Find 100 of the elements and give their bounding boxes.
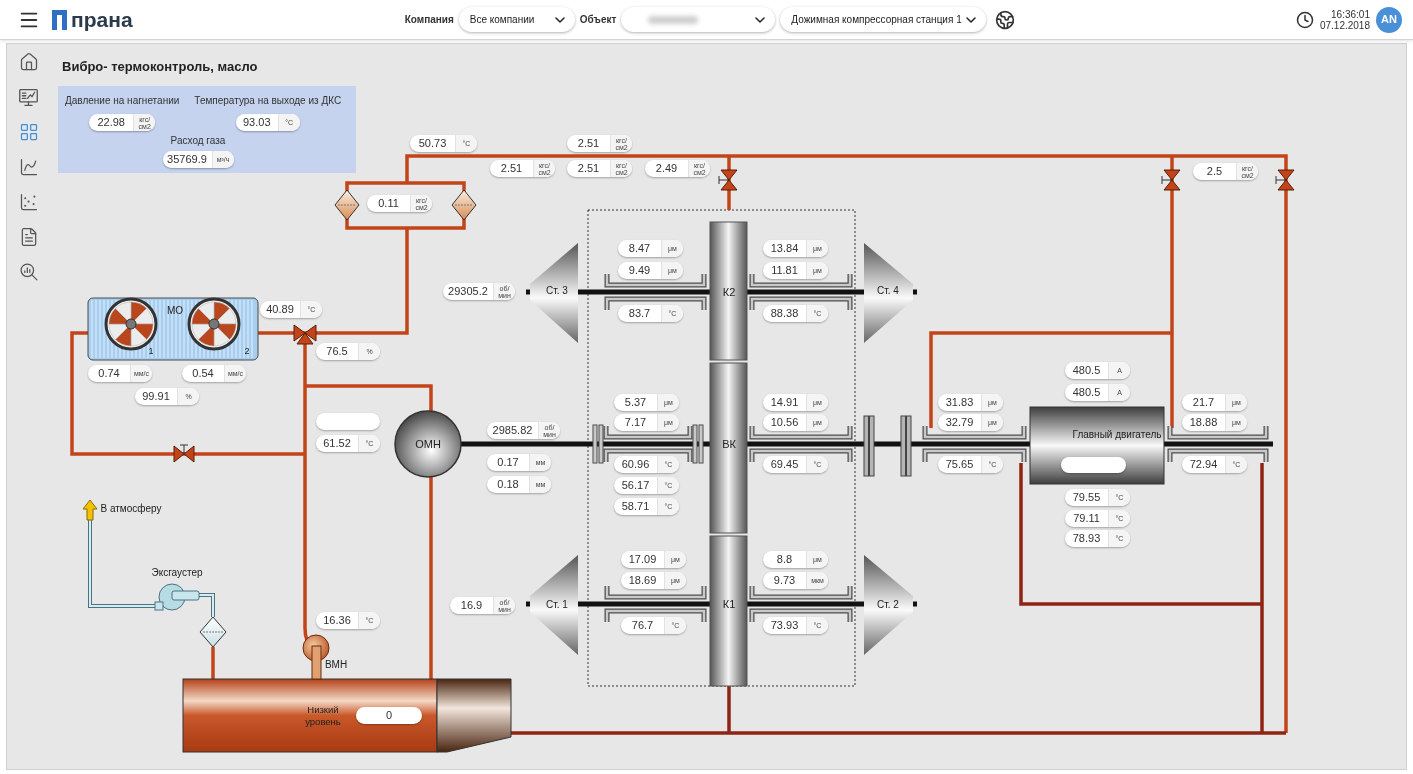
readout-value: 16.9: [459, 599, 484, 612]
equipment-label: ВМН: [324, 657, 348, 672]
brand-name: прана: [71, 7, 133, 32]
readout-value: 93.03: [241, 116, 272, 129]
grid-icon: [18, 122, 39, 142]
readout-value: 2.51: [576, 162, 601, 175]
readout-value: 2.49: [654, 162, 679, 175]
globe-icon: [995, 9, 1016, 30]
readout-value: 35769.9: [166, 153, 208, 166]
readout-value: 5.37: [623, 396, 648, 409]
vent-arrow: [82, 499, 98, 521]
readout-value: 0.18: [496, 478, 520, 491]
readout-value: 32.79: [944, 416, 975, 429]
readout-value: 58.71: [620, 500, 651, 513]
equipment-label: МО: [166, 303, 184, 318]
readout-value: 2.51: [576, 137, 601, 150]
fan-number: 2: [244, 345, 250, 359]
readout-value: 88.38: [769, 307, 800, 320]
readout-value: 11.81: [770, 264, 799, 277]
readout-value: 21.7: [1191, 396, 1216, 409]
clock-icon: [1295, 10, 1314, 29]
readout-value: 0.17: [496, 456, 520, 469]
monitor-chart-icon: [18, 86, 39, 108]
readout-value: 31.83: [944, 396, 975, 409]
readout-value: 17.09: [627, 553, 658, 566]
summary-label: Расход газа: [170, 135, 226, 147]
search-chart-icon: [18, 262, 39, 282]
equipment-label: Главный двигатель: [1072, 427, 1162, 442]
dropdown[interactable]: Все компании: [458, 7, 575, 32]
summary-label: Давление на нагнетании: [65, 95, 180, 107]
readout-value: 7.17: [623, 416, 648, 429]
globe-button[interactable]: [995, 9, 1016, 30]
readout-value: 13.84: [769, 242, 800, 255]
equipment-label: Низкий уровень: [304, 704, 342, 728]
valve: [1161, 169, 1181, 191]
readout-value: 60.96: [620, 458, 651, 471]
readout-value: 8.8: [775, 553, 794, 566]
equipment-label: Ст. 4: [877, 283, 899, 298]
readout-value: 18.69: [627, 574, 658, 587]
readout-value: 0.74: [97, 367, 121, 380]
equipment-label: В атмосферу: [100, 501, 162, 516]
readout-value: 0.11: [377, 197, 400, 210]
readout-value: 83.7: [627, 307, 652, 320]
equipment-label: К2: [722, 284, 736, 300]
filter: [199, 616, 227, 648]
summary-label: Температура на выходе из ДКС: [194, 95, 342, 107]
readout-value: 73.93: [769, 619, 800, 632]
cooler-fan: [187, 297, 241, 351]
oil-pipe: [211, 647, 215, 679]
readout-value: 2.51: [499, 162, 524, 175]
home-icon: [18, 52, 39, 72]
shaft-coupling: [863, 415, 875, 477]
readout-value: 2985.82: [491, 424, 534, 437]
filter-label: Объект: [579, 13, 617, 27]
readout-value: 480.5: [1071, 386, 1102, 399]
logo-icon: [52, 9, 67, 30]
filter: [451, 189, 477, 221]
filter-label: Компания: [404, 13, 454, 27]
equipment-label: Ст. 3: [546, 283, 568, 298]
vent-pipe: [197, 593, 215, 618]
readout-value: 40.89: [265, 303, 295, 316]
valve: [173, 444, 195, 463]
readout-value: 69.45: [769, 458, 800, 471]
readout-value: 50.73: [417, 137, 448, 150]
readout-value: 2.5: [1205, 165, 1224, 178]
readout-value: 78.93: [1071, 532, 1102, 545]
blank-readout: [316, 413, 380, 430]
readout-value: 56.17: [620, 479, 651, 492]
oil-pump: [394, 410, 462, 478]
readout-value: 22.98: [96, 116, 126, 129]
fan-number: 1: [148, 345, 154, 359]
equipment-label: ОМН: [415, 436, 441, 452]
equipment-label: К1: [722, 596, 736, 612]
readout-value: 75.65: [944, 458, 975, 471]
readout-value: 76.5: [325, 345, 349, 358]
readout-value: 61.52: [322, 437, 352, 450]
readout-value: 8.47: [627, 242, 652, 255]
equipment-label: Ст. 1: [546, 597, 568, 612]
readout-value: 0.54: [191, 367, 215, 380]
line-chart-icon: [18, 157, 39, 177]
readout-value: 72.94: [1188, 458, 1219, 471]
readout-value: 79.55: [1071, 491, 1102, 504]
date-text: 07.12.2018: [1319, 19, 1370, 31]
readout-value: 79.11: [1072, 512, 1101, 525]
blank-readout: [1061, 457, 1126, 473]
filter: [334, 189, 360, 221]
readout-value: 29305.2: [447, 285, 489, 298]
shaft-coupling: [900, 415, 912, 477]
readout-value: 9.49: [627, 264, 652, 277]
readout-value: 480.5: [1071, 364, 1102, 377]
readout-value: 14.91: [769, 396, 800, 409]
readout-value: 99.91: [141, 390, 171, 403]
valve: [1275, 169, 1295, 191]
readout-value: 0: [384, 709, 394, 722]
equipment-label: Ст. 2: [877, 597, 899, 612]
readout-value: 76.7: [630, 619, 655, 632]
exhauster: [154, 583, 200, 611]
dropdown[interactable]: Дожимная компрессорная станция 1: [780, 7, 987, 32]
blurred-text: [648, 15, 699, 24]
three-way-valve: [293, 324, 317, 345]
